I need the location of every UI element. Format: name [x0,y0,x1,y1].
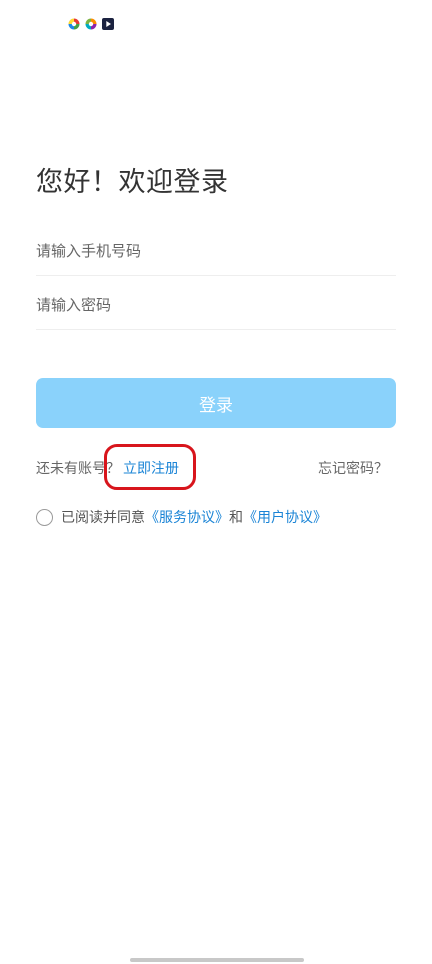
service-agreement-link[interactable]: 《服务协议》 [145,507,229,527]
colorful-app-icon [85,18,97,30]
forgot-password-link[interactable]: 忘记密码？ [318,458,388,478]
annotation-highlight-ring [104,444,196,490]
agreement-prefix: 已阅读并同意 [61,510,145,526]
user-agreement-link[interactable]: 《用户协议》 [243,507,327,527]
password-input[interactable] [36,280,396,329]
agreement-and: 和 [229,510,243,526]
video-play-icon [102,18,114,30]
password-field[interactable] [36,280,396,330]
home-indicator[interactable] [130,958,304,962]
login-button[interactable]: 登录 [36,378,396,428]
page-title: 您好！欢迎登录 [36,167,229,198]
colorful-app-icon [68,18,80,30]
agreement-checkbox[interactable] [36,508,53,526]
status-bar-icons [68,18,114,30]
phone-field[interactable] [36,226,396,276]
agreement-row: 已阅读并同意 《服务协议》 和 《用户协议》 [36,507,327,527]
phone-input[interactable] [36,226,396,275]
